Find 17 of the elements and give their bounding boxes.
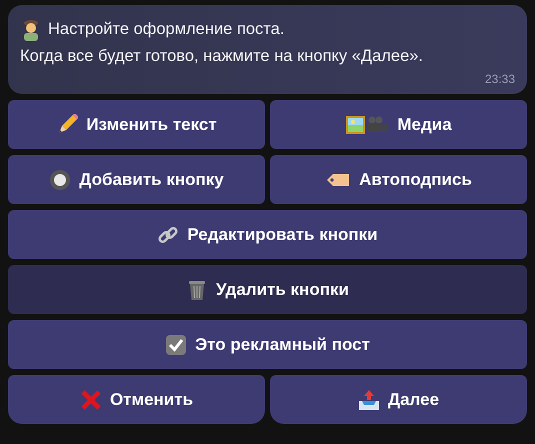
keyboard-button[interactable]: Удалить кнопки [8, 265, 527, 314]
keyboard-button[interactable]: Добавить кнопку [8, 155, 265, 204]
message-text: Когда все будет готово, нажмите на кнопку «Далее». [20, 46, 424, 67]
outbox-tray-icon [358, 388, 380, 410]
picture-camera-icon [345, 114, 390, 136]
cross-icon [80, 388, 102, 410]
keyboard-button[interactable]: Редактировать кнопки [8, 210, 527, 259]
message-text: Настройте оформление поста. [48, 19, 284, 40]
keyboard-button[interactable]: Автоподпись [270, 155, 527, 204]
keyboard-button[interactable]: Далее [270, 375, 527, 424]
keyboard-button[interactable]: Это рекламный пост [8, 320, 527, 369]
pencil-icon [56, 114, 78, 136]
message-time: 23:33 [484, 72, 515, 86]
keyboard-button[interactable]: Медиа [270, 100, 527, 149]
radio-button-icon [49, 168, 72, 190]
keyboard-button[interactable]: Изменить текст [8, 100, 265, 149]
keyboard-button[interactable]: Отменить [8, 375, 265, 424]
